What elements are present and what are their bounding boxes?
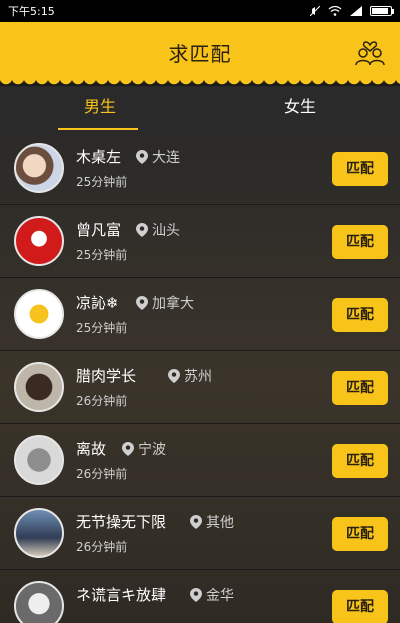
list-item[interactable]: ネ谎言キ放肆 金华 匹配 (0, 570, 400, 623)
match-button[interactable]: 匹配 (332, 225, 388, 259)
match-button[interactable]: 匹配 (332, 590, 388, 623)
location-text: 汕头 (152, 223, 180, 239)
timestamp: 26分钟前 (76, 394, 128, 408)
location-text: 苏州 (184, 369, 212, 385)
list-item[interactable]: 离故 宁波 26分钟前 匹配 (0, 424, 400, 497)
timestamp: 25分钟前 (76, 248, 128, 262)
battery-icon (370, 6, 394, 16)
avatar[interactable] (14, 581, 64, 623)
location-pin-icon (122, 442, 134, 456)
location-text: 大连 (152, 150, 180, 166)
location: 其他 (190, 512, 234, 532)
page-title: 求匹配 (168, 42, 232, 66)
avatar[interactable] (14, 508, 64, 558)
match-button[interactable]: 匹配 (332, 444, 388, 478)
user-name: 凉訫❄ (76, 294, 119, 312)
status-icons (310, 6, 394, 16)
list-item[interactable]: 腊肉学长 苏州 26分钟前 匹配 (0, 351, 400, 424)
location-text: 加拿大 (152, 296, 194, 312)
timestamp: 26分钟前 (76, 467, 128, 481)
list-item[interactable]: 凉訫❄ 加拿大 25分钟前 匹配 (0, 278, 400, 351)
user-name: ネ谎言キ放肆 (76, 586, 167, 604)
location-pin-icon (136, 150, 148, 164)
avatar[interactable] (14, 143, 64, 193)
status-time: 下午5:15 (8, 5, 55, 18)
location: 宁波 (122, 439, 166, 459)
location: 汕头 (136, 220, 180, 240)
couple-match-icon[interactable] (354, 36, 386, 66)
header: 求匹配 (0, 22, 400, 86)
location-text: 金华 (206, 588, 234, 604)
user-name: 腊肉学长 (76, 367, 137, 385)
avatar[interactable] (14, 289, 64, 339)
signal-icon (350, 6, 362, 16)
location-pin-icon (136, 296, 148, 310)
timestamp: 26分钟前 (76, 540, 128, 554)
location-text: 其他 (206, 515, 234, 531)
location-pin-icon (168, 369, 180, 383)
silent-icon (310, 6, 320, 16)
list-item[interactable]: 木桌左 大连 25分钟前 匹配 (0, 132, 400, 205)
match-button[interactable]: 匹配 (332, 152, 388, 186)
user-name: 离故 (76, 440, 107, 458)
list-item[interactable]: 无节操无下限 其他 26分钟前 匹配 (0, 497, 400, 570)
list-item[interactable]: 曾凡富 汕头 25分钟前 匹配 (0, 205, 400, 278)
location-text: 宁波 (138, 442, 166, 458)
user-list: 木桌左 大连 25分钟前 匹配 曾凡富 汕头 25分钟前 匹配 凉訫❄ 加拿大 … (0, 132, 400, 623)
status-bar: 下午5:15 (0, 0, 400, 22)
tab-female[interactable]: 女生 (200, 86, 400, 132)
location: 加拿大 (136, 293, 194, 313)
user-name: 无节操无下限 (76, 513, 167, 531)
timestamp: 25分钟前 (76, 175, 128, 189)
wifi-icon (328, 6, 342, 16)
match-button[interactable]: 匹配 (332, 517, 388, 551)
match-button[interactable]: 匹配 (332, 371, 388, 405)
location-pin-icon (136, 223, 148, 237)
avatar[interactable] (14, 216, 64, 266)
avatar[interactable] (14, 435, 64, 485)
location: 大连 (136, 147, 180, 167)
tab-male[interactable]: 男生 (0, 86, 200, 132)
location-pin-icon (190, 588, 202, 602)
avatar[interactable] (14, 362, 64, 412)
gender-tabs: 男生 女生 (0, 86, 400, 132)
location: 金华 (190, 585, 234, 605)
timestamp: 25分钟前 (76, 321, 128, 335)
location-pin-icon (190, 515, 202, 529)
user-name: 木桌左 (76, 148, 122, 166)
match-button[interactable]: 匹配 (332, 298, 388, 332)
location: 苏州 (168, 366, 212, 386)
user-name: 曾凡富 (76, 221, 122, 239)
